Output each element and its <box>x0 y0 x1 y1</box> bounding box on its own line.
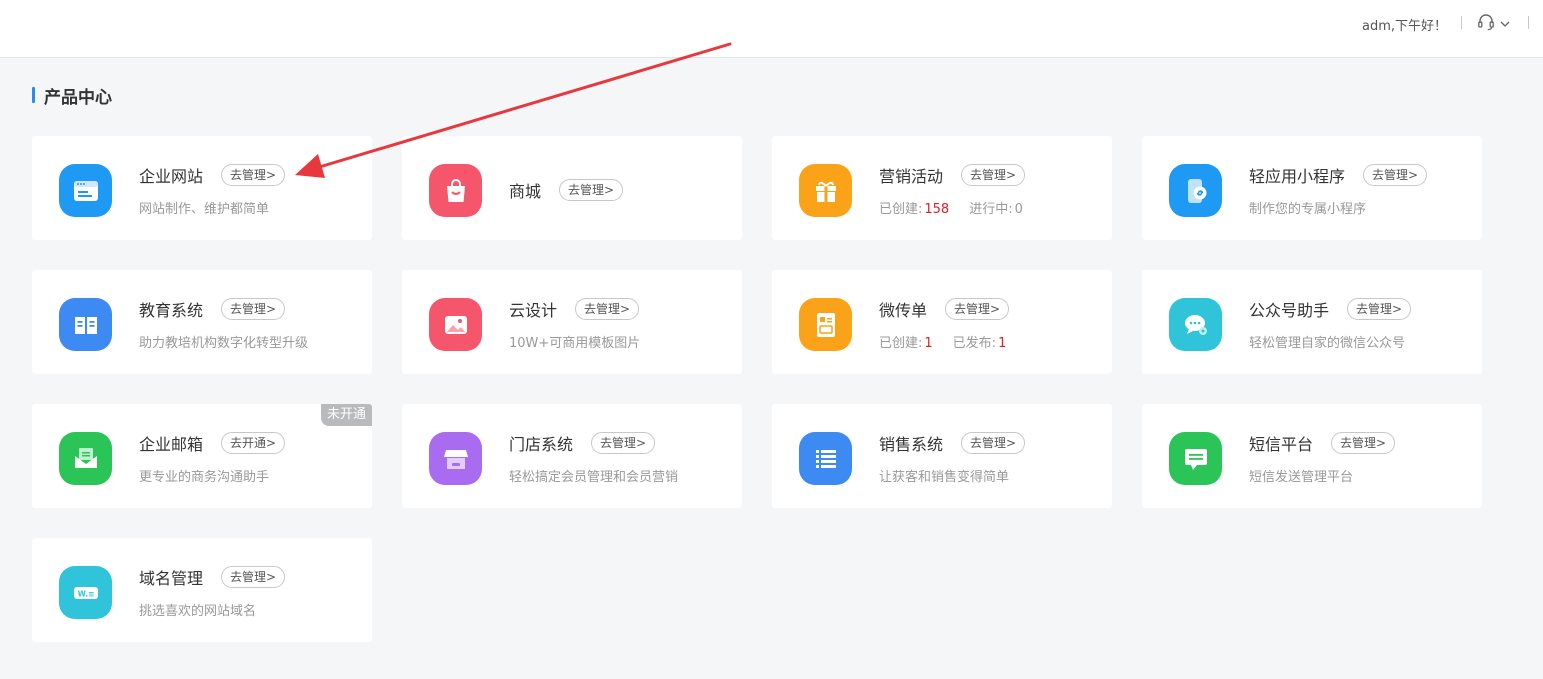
stat-value: 1 <box>924 336 933 351</box>
product-title-row: 企业网站 去管理> <box>139 163 286 187</box>
stat-label: 已发布: <box>952 336 997 351</box>
stat-label: 已创建: <box>879 336 923 351</box>
sms-icon <box>1169 432 1222 485</box>
manage-button[interactable]: 去管理> <box>961 432 1026 454</box>
manage-button[interactable]: 去管理> <box>1331 432 1396 454</box>
product-description: 短信发送管理平台 <box>1249 470 1354 485</box>
product-card[interactable]: 销售系统 去管理> 让获客和销售变得简单 <box>772 404 1112 508</box>
divider <box>1461 16 1462 29</box>
section-header: 产品中心 <box>32 84 112 108</box>
product-title-row: 营销活动 去管理> <box>879 163 1026 187</box>
product-description: 挑选喜欢的网站域名 <box>139 604 257 619</box>
product-description: 更专业的商务沟通助手 <box>139 470 270 485</box>
stat-value: 158 <box>924 202 950 217</box>
manage-button[interactable]: 去管理> <box>559 179 624 201</box>
product-name: 云设计 <box>509 301 558 320</box>
manage-button[interactable]: 去管理> <box>221 566 286 588</box>
product-description: 让获客和销售变得简单 <box>879 470 1010 485</box>
product-stats: 已创建: 158 进行中: 0 <box>879 198 1023 217</box>
stat-label: 进行中: <box>969 202 1013 217</box>
product-description: 轻松搞定会员管理和会员营销 <box>509 470 679 485</box>
product-title-row: 短信平台 去管理> <box>1249 431 1396 455</box>
top-bar: adm,下午好！ <box>0 0 1543 58</box>
product-title-row: 云设计 去管理> <box>509 297 640 321</box>
browser-window-icon <box>59 164 112 217</box>
flyer-icon <box>799 298 852 351</box>
manage-button[interactable]: 去管理> <box>575 298 640 320</box>
product-description: 助力教培机构数字化转型升级 <box>139 336 309 351</box>
mini-program-phone-icon <box>1169 164 1222 217</box>
product-name: 公众号助手 <box>1249 301 1330 320</box>
status-badge: 未开通 <box>320 404 372 426</box>
divider <box>1528 16 1529 29</box>
section-title: 产品中心 <box>44 87 112 108</box>
product-title-row: 轻应用小程序 去管理> <box>1249 163 1428 187</box>
product-name: 销售系统 <box>879 435 944 454</box>
product-title-row: 门店系统 去管理> <box>509 431 656 455</box>
open-book-icon <box>59 298 112 351</box>
product-name: 短信平台 <box>1249 435 1314 454</box>
product-description: 网站制作、维护都简单 <box>139 202 270 217</box>
stat-value: 0 <box>1014 202 1023 217</box>
manage-button[interactable]: 去管理> <box>1347 298 1412 320</box>
manage-button[interactable]: 去管理> <box>1363 164 1428 186</box>
product-name: 轻应用小程序 <box>1249 167 1346 186</box>
gift-icon <box>799 164 852 217</box>
wechat-chat-icon <box>1169 298 1222 351</box>
product-title-row: 销售系统 去管理> <box>879 431 1026 455</box>
product-name: 域名管理 <box>139 569 204 588</box>
product-card[interactable]: 公众号助手 去管理> 轻松管理自家的微信公众号 <box>1142 270 1482 374</box>
product-card[interactable]: 短信平台 去管理> 短信发送管理平台 <box>1142 404 1482 508</box>
product-description: 制作您的专属小程序 <box>1249 202 1367 217</box>
product-card[interactable]: 门店系统 去管理> 轻松搞定会员管理和会员营销 <box>402 404 742 508</box>
shopping-bag-icon <box>429 164 482 217</box>
product-card[interactable]: 企业网站 去管理> 网站制作、维护都简单 <box>32 136 372 240</box>
user-greeting: adm,下午好！ <box>1362 19 1448 34</box>
stat-value: 1 <box>998 336 1007 351</box>
product-card[interactable]: 云设计 去管理> 10W+可商用模板图片 <box>402 270 742 374</box>
product-title-row: 域名管理 去管理> <box>139 565 286 589</box>
product-description: 10W+可商用模板图片 <box>509 336 641 351</box>
chevron-down-icon[interactable] <box>1499 15 1511 27</box>
product-stats: 已创建: 1 已发布: 1 <box>879 332 1006 351</box>
product-name: 教育系统 <box>139 301 204 320</box>
product-name: 门店系统 <box>509 435 574 454</box>
product-title-row: 企业邮箱 去开通> <box>139 431 286 455</box>
product-name: 企业邮箱 <box>139 435 204 454</box>
manage-button[interactable]: 去管理> <box>591 432 656 454</box>
product-name: 企业网站 <box>139 167 204 186</box>
headset-icon[interactable] <box>1476 12 1496 32</box>
mail-icon <box>59 432 112 485</box>
section-accent-bar <box>32 87 35 103</box>
product-card[interactable]: 商城 去管理> <box>402 136 742 240</box>
product-name: 商城 <box>509 182 542 201</box>
stat-label: 已创建: <box>879 202 923 217</box>
manage-button[interactable]: 去管理> <box>945 298 1010 320</box>
product-card[interactable]: 企业邮箱 去开通> 更专业的商务沟通助手 未开通 <box>32 404 372 508</box>
manage-button[interactable]: 去管理> <box>221 164 286 186</box>
manage-button[interactable]: 去管理> <box>961 164 1026 186</box>
product-card[interactable]: 营销活动 去管理> 已创建: 158 进行中: 0 <box>772 136 1112 240</box>
svg-text:W.≡: W.≡ <box>77 589 94 598</box>
storefront-icon <box>429 432 482 485</box>
list-icon <box>799 432 852 485</box>
product-card[interactable]: 微传单 去管理> 已创建: 1 已发布: 1 <box>772 270 1112 374</box>
product-title-row: 微传单 去管理> <box>879 297 1010 321</box>
product-card[interactable]: 教育系统 去管理> 助力教培机构数字化转型升级 <box>32 270 372 374</box>
image-icon <box>429 298 482 351</box>
product-description: 轻松管理自家的微信公众号 <box>1249 336 1406 351</box>
manage-button[interactable]: 去管理> <box>221 298 286 320</box>
domain-tag-icon: W.≡ <box>59 566 112 619</box>
product-title-row: 教育系统 去管理> <box>139 297 286 321</box>
product-title-row: 商城 去管理> <box>509 178 624 202</box>
product-name: 营销活动 <box>879 167 944 186</box>
manage-button[interactable]: 去开通> <box>221 432 286 454</box>
product-card[interactable]: 轻应用小程序 去管理> 制作您的专属小程序 <box>1142 136 1482 240</box>
product-card[interactable]: W.≡ 域名管理 去管理> 挑选喜欢的网站域名 <box>32 538 372 642</box>
product-title-row: 公众号助手 去管理> <box>1249 297 1412 321</box>
product-name: 微传单 <box>879 301 928 320</box>
